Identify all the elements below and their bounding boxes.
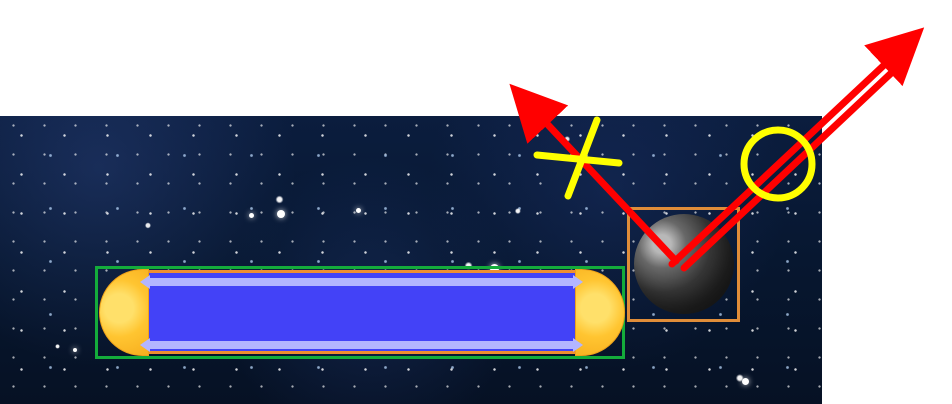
game-screen <box>0 0 952 404</box>
star <box>73 348 77 352</box>
paddle-bottom-highlight <box>140 338 583 352</box>
star <box>249 213 254 218</box>
star <box>742 378 749 385</box>
star <box>277 210 285 218</box>
paddle-top-highlight <box>140 275 583 289</box>
ball <box>634 214 734 314</box>
star <box>356 208 361 213</box>
